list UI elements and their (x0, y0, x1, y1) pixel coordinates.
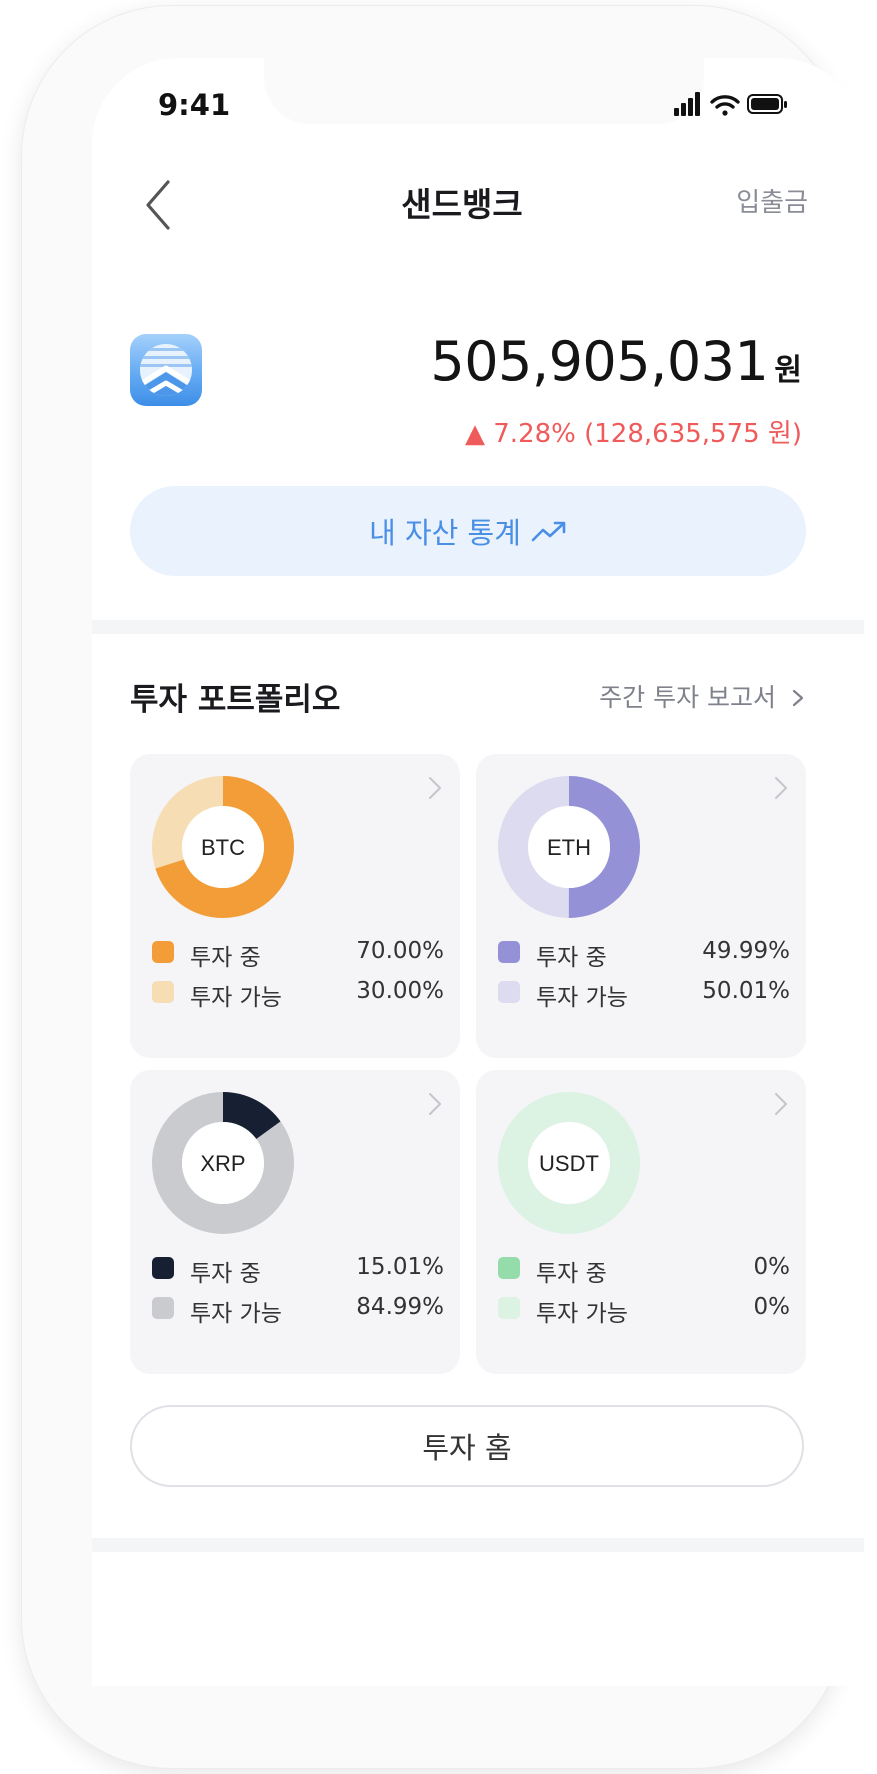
donut-coin-label: USDT (539, 1151, 599, 1176)
chevron-right-icon (775, 1093, 787, 1115)
legend-label-invested: 투자 중 (190, 945, 261, 971)
chevron-right-icon (429, 777, 441, 799)
legend-swatch-available (498, 981, 520, 1003)
asset-stats-button[interactable]: 내 자산 통계 (130, 486, 806, 576)
weekly-report-link[interactable]: 주간 투자 보고서 (552, 678, 806, 714)
battery-icon (747, 94, 787, 114)
section-divider (92, 620, 864, 634)
portfolio-card-xrp[interactable]: XRP 투자 중 15.01% 투자 가능 84.99% (130, 1070, 460, 1374)
legend-value-invested: 70.00% (356, 938, 444, 964)
legend-value-available: 50.01% (702, 978, 790, 1004)
portfolio-title: 투자 포트폴리오 (130, 682, 341, 718)
back-chevron-icon[interactable] (136, 176, 180, 234)
donut-chart-btc: BTC (152, 776, 294, 918)
donut-coin-label: ETH (547, 835, 591, 860)
legend-swatch-available (152, 981, 174, 1003)
legend-invested: 투자 중 0% (498, 1254, 791, 1287)
legend-invested: 투자 중 15.01% (152, 1254, 444, 1287)
sandbank-logo-icon (130, 334, 202, 406)
balance-amount: 505,905,031 (430, 330, 769, 393)
legend-available: 투자 가능 30.00% (152, 978, 444, 1011)
asset-stats-label: 내 자산 통계 (369, 516, 521, 550)
legend-available: 투자 가능 0% (498, 1294, 791, 1327)
legend-label-available: 투자 가능 (190, 985, 282, 1011)
legend-swatch-invested (498, 941, 520, 963)
donut-chart-xrp: XRP (152, 1092, 294, 1234)
legend-value-invested: 0% (753, 1254, 791, 1280)
page-title: 샌드뱅크 (401, 185, 523, 224)
legend-swatch-invested (152, 1257, 174, 1279)
legend-value-available: 30.00% (356, 978, 444, 1004)
legend-invested: 투자 중 49.99% (498, 938, 790, 971)
legend-label-invested: 투자 중 (536, 1261, 607, 1287)
chevron-right-icon (792, 689, 804, 707)
chevron-right-icon (429, 1093, 441, 1115)
deposit-withdraw-link[interactable]: 입출금 (692, 182, 808, 219)
legend-label-available: 투자 가능 (536, 985, 628, 1011)
donut-coin-label: XRP (200, 1151, 245, 1176)
legend-available: 투자 가능 84.99% (152, 1294, 444, 1327)
portfolio-card-usdt[interactable]: USDT 투자 중 0% 투자 가능 0% (476, 1070, 806, 1374)
legend-label-invested: 투자 중 (536, 945, 607, 971)
legend-label-available: 투자 가능 (190, 1301, 282, 1327)
balance-change: ▲ 7.28% (128,635,575 원) (465, 419, 802, 449)
chevron-right-icon (775, 777, 787, 799)
legend-value-available: 84.99% (356, 1294, 444, 1320)
balance-unit: 원 (774, 353, 802, 388)
legend-invested: 투자 중 70.00% (152, 938, 444, 971)
phone-frame: 9:41 샌드뱅크 입출금 505,905,031 원 ▲ 7.28% (128… (22, 6, 864, 1768)
donut-chart-eth: ETH (498, 776, 640, 918)
signal-icon (674, 92, 700, 116)
legend-value-invested: 15.01% (356, 1254, 444, 1280)
status-time: 9:41 (158, 88, 231, 122)
donut-coin-label: BTC (201, 835, 245, 860)
section-divider (92, 1538, 864, 1552)
legend-value-invested: 49.99% (702, 938, 790, 964)
app-screen: 9:41 샌드뱅크 입출금 505,905,031 원 ▲ 7.28% (128… (92, 58, 864, 1686)
legend-swatch-available (498, 1297, 520, 1319)
weekly-report-label: 주간 투자 보고서 (599, 683, 777, 712)
donut-chart-usdt: USDT (498, 1092, 640, 1234)
legend-label-available: 투자 가능 (536, 1301, 628, 1327)
notch (264, 58, 704, 124)
portfolio-card-eth[interactable]: ETH 투자 중 49.99% 투자 가능 50.01% (476, 754, 806, 1058)
wifi-icon (710, 95, 740, 116)
invest-home-button[interactable]: 투자 홈 (130, 1405, 804, 1487)
legend-swatch-invested (498, 1257, 520, 1279)
trend-up-icon (531, 521, 566, 542)
legend-swatch-invested (152, 941, 174, 963)
legend-available: 투자 가능 50.01% (498, 978, 790, 1011)
portfolio-card-btc[interactable]: BTC 투자 중 70.00% 투자 가능 30.00% (130, 754, 460, 1058)
total-balance: 505,905,031 원 (332, 330, 802, 393)
status-icons (674, 92, 787, 116)
legend-swatch-available (152, 1297, 174, 1319)
legend-label-invested: 투자 중 (190, 1261, 261, 1287)
legend-value-available: 0% (753, 1294, 791, 1320)
